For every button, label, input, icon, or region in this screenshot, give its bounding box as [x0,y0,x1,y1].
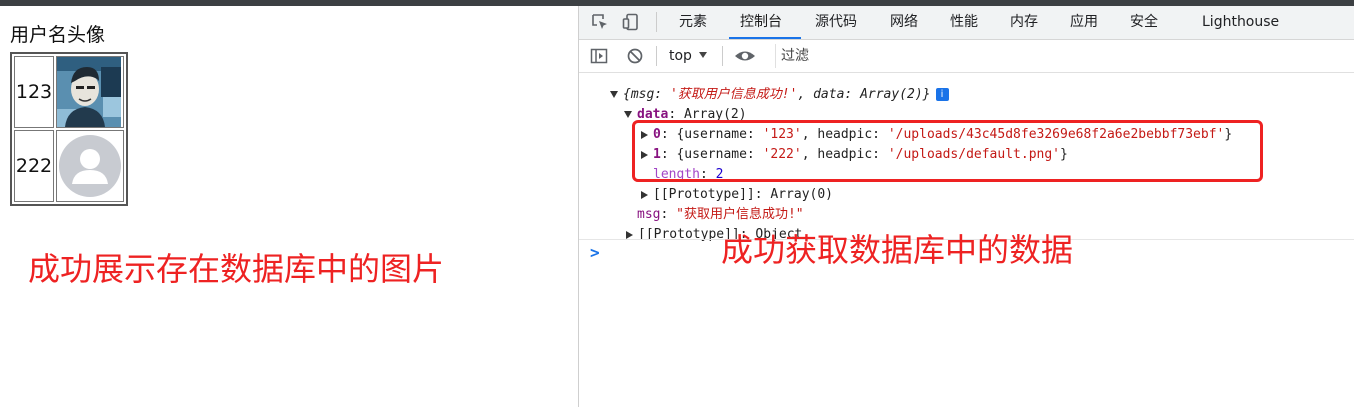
chevron-down-icon[interactable] [698,51,708,59]
console-object-summary[interactable]: {msg: '获取用户信息成功!', data: Array(2)} i [610,85,949,105]
eye-icon[interactable] [734,47,756,65]
devtools-panel: 元素 控制台 源代码 网络 性能 内存 应用 安全 Lighthouse top… [578,6,1354,407]
active-tab-indicator [729,37,801,39]
console-array-prototype[interactable]: [[Prototype]]: Array(0) [641,185,833,205]
inspect-element-icon[interactable] [591,13,609,31]
info-icon[interactable]: i [935,88,949,101]
toolbar-separator [656,12,657,32]
console-prompt[interactable]: > [590,243,600,262]
tab-sources[interactable]: 源代码 [815,6,857,39]
page-title: 用户名头像 [10,24,106,46]
context-selector[interactable]: top [669,40,692,72]
filter-input[interactable]: 过滤 [775,44,1354,68]
table-row: 222 [14,130,124,202]
username-cell: 123 [14,56,54,128]
sidebar-toggle-icon[interactable] [590,47,608,65]
toolbar-separator [656,46,657,66]
web-page: 用户名头像 123 222 成功展示存在数据库中的图片 [0,6,578,407]
default-avatar-icon [59,135,121,197]
tab-network[interactable]: 网络 [890,6,918,39]
avatar-cell [56,130,124,202]
tab-elements[interactable]: 元素 [679,6,707,39]
devtools-tabbar: 元素 控制台 源代码 网络 性能 内存 应用 安全 Lighthouse [579,6,1354,40]
tab-application[interactable]: 应用 [1070,6,1098,39]
tab-console[interactable]: 控制台 [740,6,782,39]
clear-console-icon[interactable] [626,47,644,65]
tab-security[interactable]: 安全 [1130,6,1158,39]
highlight-box [632,120,1263,182]
table-row: 123 [14,56,124,128]
user-photo-icon [57,57,121,127]
annotation-left: 成功展示存在数据库中的图片 [28,250,445,288]
avatar-cell [56,56,124,128]
user-table: 123 222 [10,52,128,206]
tab-lighthouse[interactable]: Lighthouse [1202,6,1279,39]
expand-triangle-icon[interactable] [624,111,632,118]
collapsed-triangle-icon[interactable] [641,190,648,199]
collapsed-triangle-icon[interactable] [626,230,633,239]
console-toolbar: top 过滤 [579,40,1354,73]
tab-memory[interactable]: 内存 [1010,6,1038,39]
device-toolbar-icon[interactable] [622,13,640,31]
expand-triangle-icon[interactable] [610,91,618,98]
toolbar-separator [722,46,723,66]
username-cell: 222 [14,130,54,202]
console-msg-property: msg: "获取用户信息成功!" [637,207,804,222]
tab-performance[interactable]: 性能 [950,6,978,39]
annotation-right: 成功获取数据库中的数据 [721,231,1074,269]
